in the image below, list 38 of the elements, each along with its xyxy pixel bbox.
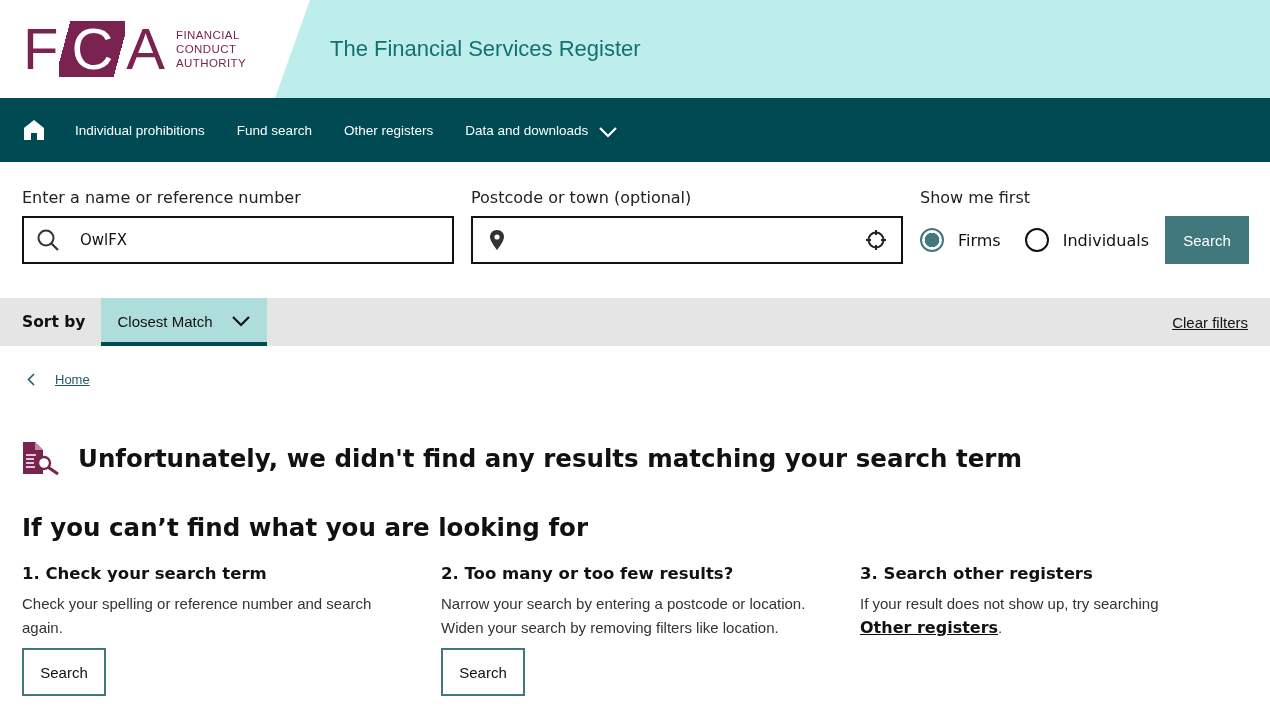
no-results-heading: Unfortunately, we didn't find any results matching your search term — [78, 443, 1022, 473]
radio-button[interactable] — [920, 228, 944, 252]
field-label: Postcode or town (optional) — [471, 188, 693, 207]
sort-label: Sort by — [22, 313, 86, 331]
clear-filters-link[interactable]: Clear filters — [1172, 313, 1248, 331]
location-field[interactable] — [471, 216, 903, 264]
nav-link[interactable]: Fund search — [236, 122, 312, 138]
help-text: If your result does not show up, try searching Other registers. — [860, 594, 1160, 639]
search-icon — [36, 228, 60, 252]
crosshair-icon — [865, 229, 887, 251]
chevron-left-icon — [27, 373, 35, 386]
section-heading: If you can’t find what you are looking for — [22, 513, 589, 542]
field-label: Enter a name or reference number — [22, 188, 302, 207]
column-heading: 1. Check your search term — [22, 564, 268, 583]
nav-link[interactable]: Individual prohibitions — [75, 122, 205, 138]
search-button[interactable]: Search — [441, 648, 525, 696]
chevron-down-icon — [230, 315, 251, 327]
site-title: The Financial Services Register — [330, 36, 641, 62]
sort-dropdown[interactable]: Closest Match — [101, 298, 267, 346]
nav-link[interactable]: Other registers — [343, 122, 434, 138]
breadcrumb-link[interactable]: Home — [55, 372, 90, 387]
nav-dropdown[interactable]: Data and downloads — [465, 122, 619, 138]
search-button[interactable]: Search — [1164, 216, 1249, 264]
radio-label: Individuals — [1062, 230, 1149, 250]
search-button[interactable]: Search — [22, 648, 106, 696]
map-pin-icon — [489, 229, 505, 251]
chevron-down-icon — [598, 125, 619, 138]
column-heading: 3. Search other registers — [860, 564, 1094, 583]
help-text: Check your spelling or reference number and search again. — [22, 594, 373, 638]
column-heading: 2. Too many or too few results? — [441, 564, 735, 583]
name-field[interactable]: OwlFX — [22, 216, 454, 264]
help-text: Narrow your search by entering a postcode or location. Widen your search by removing filters like location. — [441, 594, 807, 638]
radio-label: Firms — [958, 230, 1001, 250]
document-search-icon — [22, 441, 60, 475]
radio-button[interactable] — [1024, 228, 1049, 252]
field-label: Show me first — [920, 188, 1032, 207]
logo-text: FINANCIAL CONDUCT AUTHORITY — [176, 28, 247, 70]
home-icon — [23, 119, 45, 141]
